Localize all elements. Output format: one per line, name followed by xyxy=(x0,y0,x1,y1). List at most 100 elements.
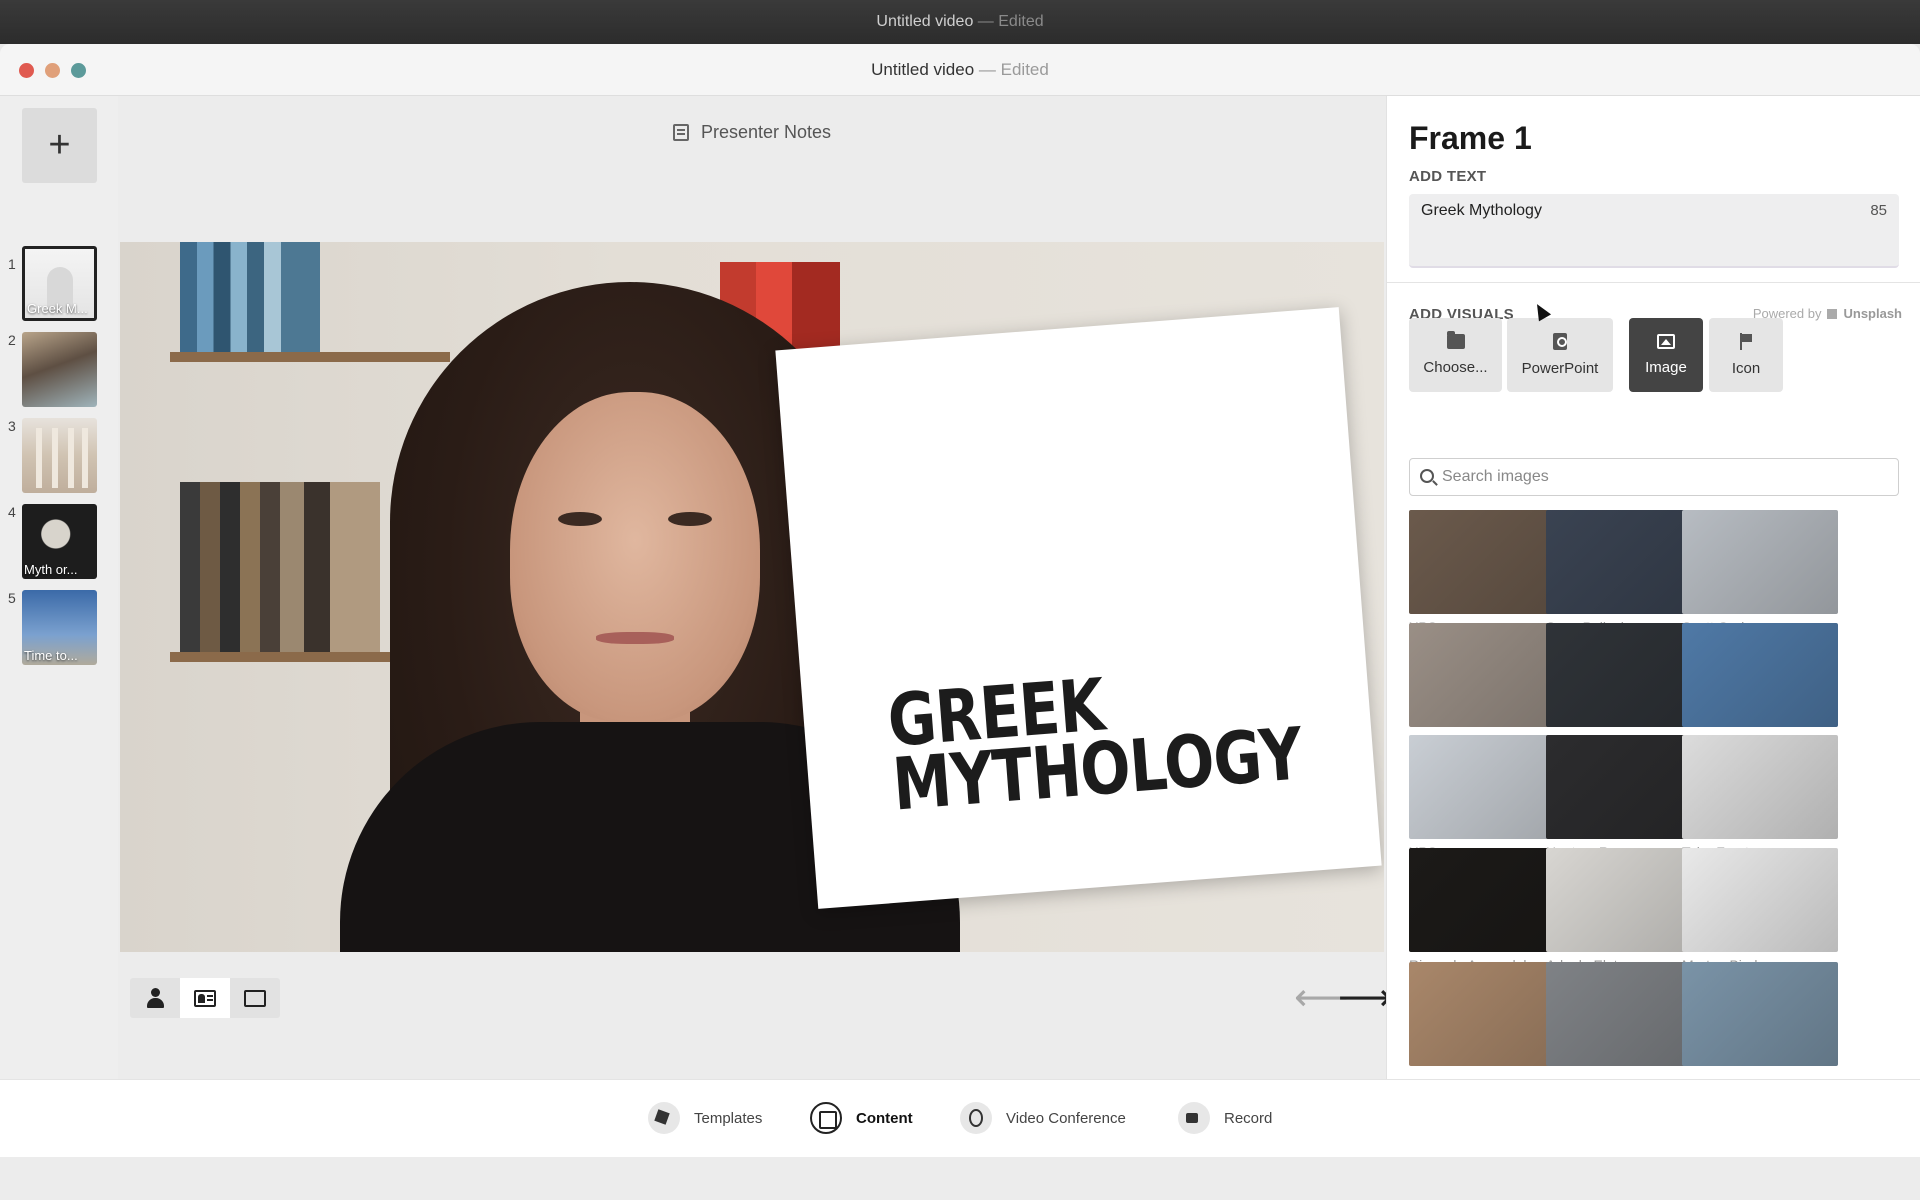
shelf xyxy=(170,352,450,362)
video-conference-tab[interactable]: Video Conference xyxy=(960,1102,1126,1134)
folder-icon xyxy=(1446,331,1465,349)
image-result[interactable]: Riccardo Annandale xyxy=(1409,848,1565,973)
unsplash-icon xyxy=(1827,308,1838,319)
image-result[interactable]: XPS xyxy=(1409,735,1565,860)
icon-button[interactable]: Icon xyxy=(1709,318,1783,392)
slide-number: 3 xyxy=(8,418,16,434)
slide-thumbnail-1[interactable]: Greek M... xyxy=(22,246,97,321)
image-thumbnail xyxy=(1409,962,1565,1066)
layout-presenter-content-button[interactable] xyxy=(180,978,230,1018)
templates-icon xyxy=(648,1102,680,1134)
image-result[interactable] xyxy=(1409,962,1565,1071)
divider xyxy=(1387,282,1920,283)
slide-number: 5 xyxy=(8,590,16,606)
app-window: Untitled video — Edited + 1 Greek M... 2… xyxy=(0,44,1920,1200)
frame-title: Frame 1 xyxy=(1409,120,1532,156)
content-icon xyxy=(810,1102,842,1134)
image-result[interactable]: Charles Forerunner xyxy=(1546,623,1702,748)
image-thumbnail xyxy=(1682,510,1838,614)
presenter-face xyxy=(510,392,760,722)
bookshelf-books xyxy=(180,482,380,652)
frame-text-field[interactable]: Greek Mythology 85 xyxy=(1409,194,1899,268)
search-input[interactable] xyxy=(1442,459,1882,495)
choose-visual-button[interactable]: Choose... xyxy=(1409,318,1502,392)
image-result[interactable]: Tyler Franta xyxy=(1682,735,1838,860)
image-result[interactable]: XPS xyxy=(1409,510,1565,635)
add-slide-button[interactable]: + xyxy=(22,108,97,183)
slide-label: Time to... xyxy=(24,648,78,663)
slide-number: 1 xyxy=(8,256,16,272)
slide-rail: + 1 Greek M... 2 3 4 Myth or... 5 Time t… xyxy=(0,96,118,1079)
image-icon xyxy=(1657,334,1675,349)
window-status: — Edited xyxy=(978,60,1049,79)
character-count: 85 xyxy=(1870,202,1887,219)
image-result[interactable]: Scott Graham xyxy=(1682,510,1838,635)
next-frame-arrow-icon[interactable]: ⟶ xyxy=(1338,979,1392,1017)
window-title: Untitled video xyxy=(871,60,975,79)
video-conference-icon xyxy=(960,1102,992,1134)
record-tab[interactable]: Record xyxy=(1178,1102,1272,1134)
slide-thumbnail-5[interactable]: Time to... xyxy=(22,590,97,665)
image-thumbnail xyxy=(1546,962,1702,1066)
window-titlebar: Untitled video — Edited xyxy=(0,44,1920,96)
camera-icon xyxy=(1178,1102,1210,1134)
image-thumbnail xyxy=(1409,623,1565,727)
image-thumbnail xyxy=(1682,848,1838,952)
layout-toggle xyxy=(130,978,280,1018)
image-result[interactable]: Samson xyxy=(1682,623,1838,748)
bottom-toolbar: Templates Content Video Conference Recor… xyxy=(0,1079,1920,1157)
image-result[interactable]: You X Ventures xyxy=(1409,623,1565,748)
image-result[interactable]: Hunters Race xyxy=(1546,735,1702,860)
slide-thumbnail-2[interactable] xyxy=(22,332,97,407)
image-result[interactable]: Adeolu Eletu xyxy=(1546,848,1702,973)
image-thumbnail xyxy=(1546,735,1702,839)
image-result[interactable]: Marten Bjork xyxy=(1682,848,1838,973)
layout-content-only-button[interactable] xyxy=(230,978,280,1018)
card-title: GREEK MYTHOLOGY xyxy=(884,662,1305,827)
title-card[interactable]: GREEK MYTHOLOGY xyxy=(775,307,1382,909)
image-thumbnail xyxy=(1682,623,1838,727)
image-thumbnail xyxy=(1409,510,1565,614)
image-button[interactable]: Image xyxy=(1629,318,1703,392)
window-bottom-edge xyxy=(0,1157,1920,1200)
image-result[interactable] xyxy=(1546,962,1702,1071)
frame-icon xyxy=(244,989,266,1007)
slide-thumbnail-4[interactable]: Myth or... xyxy=(22,504,97,579)
image-thumbnail xyxy=(1409,735,1565,839)
image-thumbnail xyxy=(1546,848,1702,952)
image-thumbnail xyxy=(1682,962,1838,1066)
minimize-window-icon[interactable] xyxy=(45,63,60,78)
presenter-card-icon xyxy=(194,989,216,1007)
bookshelf-books xyxy=(180,242,320,352)
close-window-icon[interactable] xyxy=(19,63,34,78)
slide-label: Greek M... xyxy=(27,301,88,316)
person-icon xyxy=(146,988,164,1008)
image-result[interactable] xyxy=(1682,962,1838,1071)
content-tab[interactable]: Content xyxy=(810,1102,913,1134)
templates-tab[interactable]: Templates xyxy=(648,1102,762,1134)
notes-icon xyxy=(673,124,689,141)
slide-number: 2 xyxy=(8,332,16,348)
frame-properties-panel: Frame 1 ADD TEXT Greek Mythology 85 ADD … xyxy=(1386,96,1920,1079)
image-thumbnail xyxy=(1682,735,1838,839)
flag-icon xyxy=(1739,333,1753,350)
add-text-label: ADD TEXT xyxy=(1409,168,1487,185)
canvas-area: Presenter Notes GREEK MYTHOLOGY ⟵ ⟶ xyxy=(118,96,1392,1079)
search-icon xyxy=(1420,469,1434,483)
layout-presenter-only-button[interactable] xyxy=(130,978,180,1018)
slide-number: 4 xyxy=(8,504,16,520)
image-result[interactable]: Sean Pollock xyxy=(1546,510,1702,635)
maximize-window-icon[interactable] xyxy=(71,63,86,78)
image-thumbnail xyxy=(1546,510,1702,614)
presenter-notes-button[interactable]: Presenter Notes xyxy=(673,122,831,143)
frame-text-value: Greek Mythology xyxy=(1421,202,1542,219)
powerpoint-button[interactable]: PowerPoint xyxy=(1507,318,1613,392)
outer-window-title: Untitled video — Edited xyxy=(0,0,1920,44)
image-search xyxy=(1409,458,1899,496)
slide-thumbnail-3[interactable] xyxy=(22,418,97,493)
video-stage[interactable]: GREEK MYTHOLOGY xyxy=(120,242,1384,952)
slide-label: Myth or... xyxy=(24,562,78,577)
image-thumbnail xyxy=(1409,848,1565,952)
image-thumbnail xyxy=(1546,623,1702,727)
file-upload-icon xyxy=(1553,333,1567,350)
